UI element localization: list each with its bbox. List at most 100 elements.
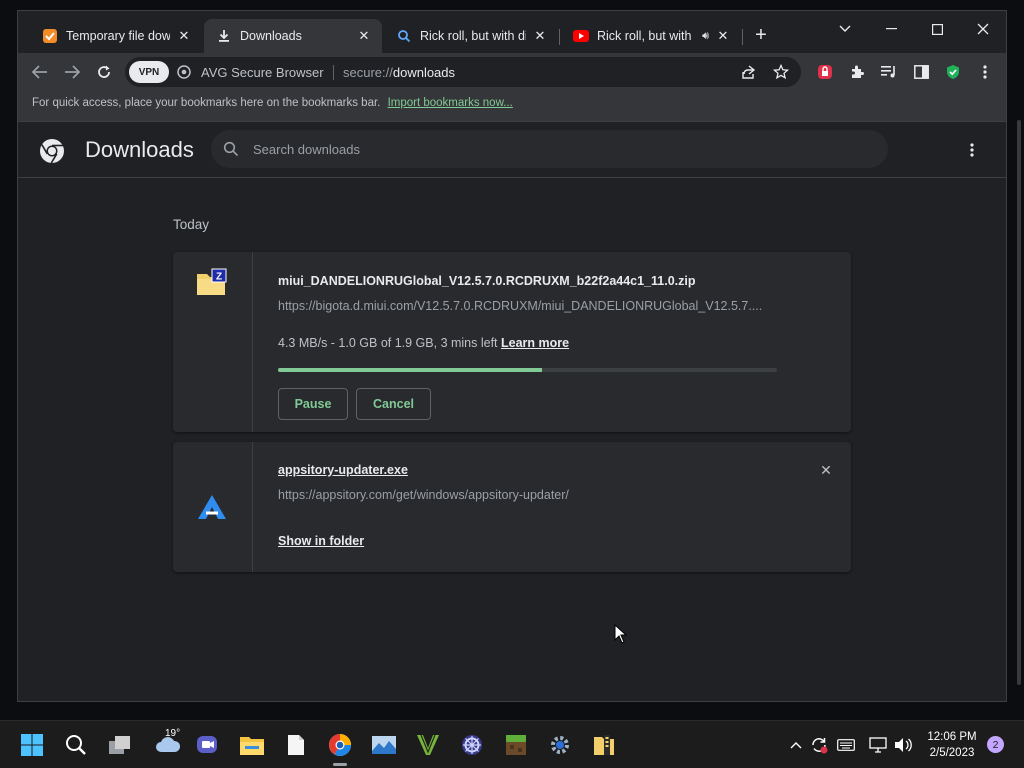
notification-badge[interactable]: 2 (987, 736, 1004, 753)
browser-menu-icon[interactable] (973, 60, 997, 84)
tab-rick-roll-youtube[interactable]: Rick roll, but with 🔊︎ ✕ (561, 19, 741, 53)
bookmarks-hint: For quick access, place your bookmarks h… (32, 97, 381, 109)
download-progress-bar (278, 368, 777, 372)
downloads-page: Downloads Today Z (18, 122, 1006, 701)
minecraft-icon[interactable] (500, 729, 532, 761)
settings-wheel-app-icon[interactable] (456, 729, 488, 761)
keyboard-icon[interactable] (836, 735, 856, 755)
extensions-puzzle-icon[interactable] (845, 60, 869, 84)
bookmark-star-icon[interactable] (769, 60, 793, 84)
archive-app-icon[interactable] (588, 729, 620, 761)
download-filename[interactable]: miui_DANDELIONRUGlobal_V12.5.7.0.RCDRUXM… (278, 274, 696, 288)
svg-text:Z: Z (216, 272, 222, 283)
tab-rick-roll-search[interactable]: Rick roll, but with diff ✕ (384, 19, 558, 53)
search-icon (223, 141, 239, 157)
download-status: 4.3 MB/s - 1.0 GB of 1.9 GB, 3 mins left… (278, 336, 569, 350)
learn-more-link[interactable]: Learn more (501, 336, 569, 350)
tab-downloads[interactable]: Downloads ✕ (204, 19, 382, 53)
volume-icon[interactable] (893, 735, 913, 755)
extension-red-icon[interactable] (813, 60, 837, 84)
omnibox-divider (333, 65, 334, 80)
task-view-icon[interactable] (104, 729, 136, 761)
close-icon[interactable]: ✕ (356, 28, 372, 44)
photos-icon[interactable] (368, 729, 400, 761)
weather-widget[interactable]: 19° (148, 728, 188, 761)
browser-brand-label: AVG Secure Browser (201, 65, 324, 80)
more-actions-icon[interactable] (962, 140, 982, 162)
chrome-logo-icon (39, 138, 65, 164)
windows-start-icon[interactable] (16, 729, 48, 761)
download-item: Z miui_DANDELIONRUGlobal_V12.5.7.0.RCDRU… (173, 252, 851, 432)
download-progress-text: 4.3 MB/s - 1.0 GB of 1.9 GB, 3 mins left (278, 336, 498, 350)
cancel-button[interactable]: Cancel (356, 388, 431, 420)
download-url[interactable]: https://appsitory.com/get/windows/appsit… (278, 488, 569, 502)
settings-gear-icon[interactable] (544, 729, 576, 761)
chevron-up-icon[interactable] (786, 735, 806, 755)
appsitory-icon (197, 494, 227, 525)
url-text[interactable]: secure://downloads (343, 65, 455, 80)
search-input[interactable] (253, 138, 853, 160)
file-icon-column (173, 442, 253, 572)
secure-browser-icon[interactable] (177, 65, 191, 79)
chat-icon[interactable] (192, 729, 224, 761)
download-icon (216, 28, 232, 44)
reload-button[interactable] (92, 60, 116, 84)
mouse-cursor-icon (614, 623, 628, 644)
bookmarks-bar: For quick access, place your bookmarks h… (18, 91, 1006, 122)
tab-temporary-file[interactable]: Temporary file downl ✕ (30, 19, 202, 53)
new-tab-button[interactable]: + (750, 25, 772, 47)
taskbar: 19° 12:06 PM 2/5/2023 2 (0, 720, 1024, 768)
sync-icon[interactable] (809, 735, 829, 755)
share-icon[interactable] (737, 60, 761, 84)
search-bar[interactable] (211, 130, 888, 168)
scrollbar[interactable] (1017, 120, 1021, 685)
zip-file-icon: Z (195, 268, 229, 303)
network-icon[interactable] (868, 735, 888, 755)
tab-title: Temporary file downl (66, 29, 170, 43)
close-icon[interactable]: ✕ (532, 28, 548, 44)
clock-time: 12:06 PM (927, 731, 977, 743)
search-icon (396, 28, 412, 44)
date-group-label: Today (173, 217, 210, 232)
side-panel-icon[interactable] (909, 60, 933, 84)
vector-app-icon[interactable] (412, 729, 444, 761)
page-title: Downloads (85, 137, 194, 162)
tab-search-chevron-icon[interactable] (822, 15, 868, 43)
tab-separator (742, 29, 743, 45)
url-path: downloads (392, 65, 456, 80)
orange-check-icon (42, 28, 58, 44)
clock[interactable]: 12:06 PM 2/5/2023 (918, 729, 986, 761)
desktop: Temporary file downl ✕ Downloads ✕ Rick … (0, 0, 1024, 720)
close-window-button[interactable] (960, 15, 1006, 43)
pause-button[interactable]: Pause (278, 388, 348, 420)
tab-title: Rick roll, but with diff (420, 29, 526, 43)
forward-button[interactable] (60, 60, 84, 84)
close-icon[interactable]: ✕ (176, 28, 192, 44)
youtube-icon (573, 28, 589, 44)
speaker-icon[interactable]: 🔊︎ (702, 30, 709, 43)
weather-temp: 19° (165, 728, 181, 739)
import-bookmarks-link[interactable]: Import bookmarks now... (388, 97, 513, 109)
back-button[interactable] (28, 60, 52, 84)
tab-title: Rick roll, but with (597, 29, 692, 43)
address-bar[interactable]: VPN AVG Secure Browser secure://download… (125, 57, 801, 87)
close-icon[interactable]: ✕ (715, 28, 731, 44)
tab-separator (559, 29, 560, 45)
search-icon[interactable] (60, 729, 92, 761)
minimize-button[interactable] (868, 15, 914, 43)
remove-download-icon[interactable]: ✕ (818, 462, 834, 478)
avg-browser-taskbar-icon[interactable] (324, 729, 356, 766)
media-controls-icon[interactable] (877, 60, 901, 84)
file-explorer-icon[interactable] (236, 729, 268, 761)
tab-strip: Temporary file downl ✕ Downloads ✕ Rick … (18, 11, 1006, 53)
download-url[interactable]: https://bigota.d.miui.com/V12.5.7.0.RCDR… (278, 299, 762, 313)
download-filename[interactable]: appsitory-updater.exe (278, 463, 408, 477)
clock-date: 2/5/2023 (929, 747, 975, 759)
show-in-folder-link[interactable]: Show in folder (278, 534, 364, 548)
vpn-button[interactable]: VPN (129, 61, 169, 83)
browser-window: Temporary file downl ✕ Downloads ✕ Rick … (17, 10, 1007, 702)
avg-shield-icon[interactable] (941, 60, 965, 84)
maximize-button[interactable] (914, 15, 960, 43)
notepad-icon[interactable] (280, 729, 312, 761)
toolbar: VPN AVG Secure Browser secure://download… (18, 53, 1006, 91)
